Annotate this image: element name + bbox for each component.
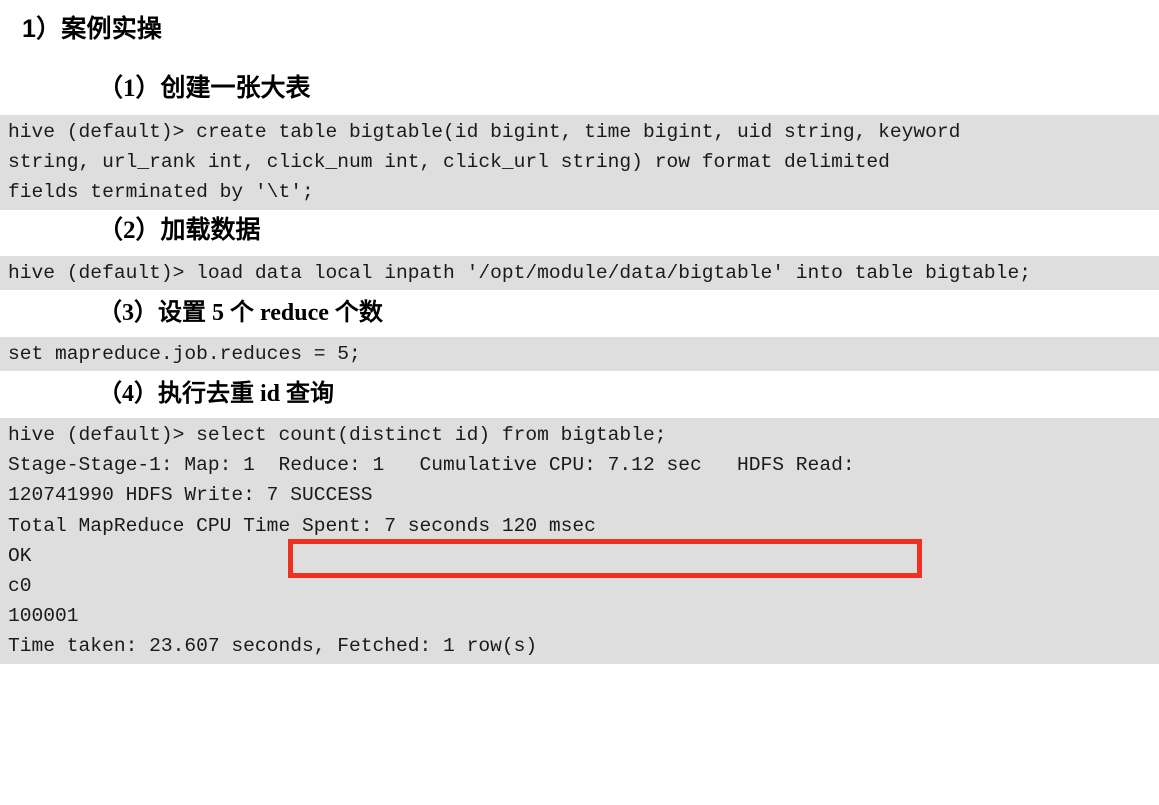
code-line: OK bbox=[8, 544, 32, 567]
subsection-heading-4: （4）执行去重 id 查询 bbox=[98, 381, 335, 408]
subsection-heading-3: （3）设置 5 个 reduce 个数 bbox=[98, 299, 383, 326]
code-block-create-table: hive (default)> create table bigtable(id… bbox=[0, 115, 1159, 210]
code-block-set-reduces: set mapreduce.job.reduces = 5; bbox=[0, 336, 1159, 372]
code-line: Time taken: 23.607 seconds, Fetched: 1 r… bbox=[8, 635, 538, 658]
code-line: hive (default)> create table bigtable(id… bbox=[8, 121, 961, 143]
code-line: Total MapReduce CPU Time Spent: 7 second… bbox=[8, 514, 596, 537]
subsection-heading-2: （2）加载数据 bbox=[98, 216, 261, 244]
code-line: 120741990 HDFS Write: 7 SUCCESS bbox=[8, 484, 373, 507]
code-line: hive (default)> select count(distinct id… bbox=[8, 424, 667, 447]
document-page: 1）案例实操 （1）创建一张大表 hive (default)> create … bbox=[0, 0, 1159, 805]
code-line: 100001 bbox=[8, 605, 79, 628]
code-block-distinct-query: hive (default)> select count(distinct id… bbox=[0, 418, 1159, 664]
code-line: fields terminated by '\t'; bbox=[8, 181, 314, 204]
code-line: set mapreduce.job.reduces = 5; bbox=[8, 342, 361, 365]
code-line: string, url_rank int, click_num int, cli… bbox=[8, 151, 890, 174]
page-title: 1）案例实操 bbox=[22, 15, 163, 43]
code-block-load-data: hive (default)> load data local inpath '… bbox=[0, 255, 1159, 290]
code-line: c0 bbox=[8, 575, 32, 598]
subsection-heading-1: （1）创建一张大表 bbox=[98, 75, 311, 102]
code-line: hive (default)> load data local inpath '… bbox=[8, 261, 1031, 284]
code-line: Stage-Stage-1: Map: 1 Reduce: 1 Cumulati… bbox=[8, 454, 855, 477]
